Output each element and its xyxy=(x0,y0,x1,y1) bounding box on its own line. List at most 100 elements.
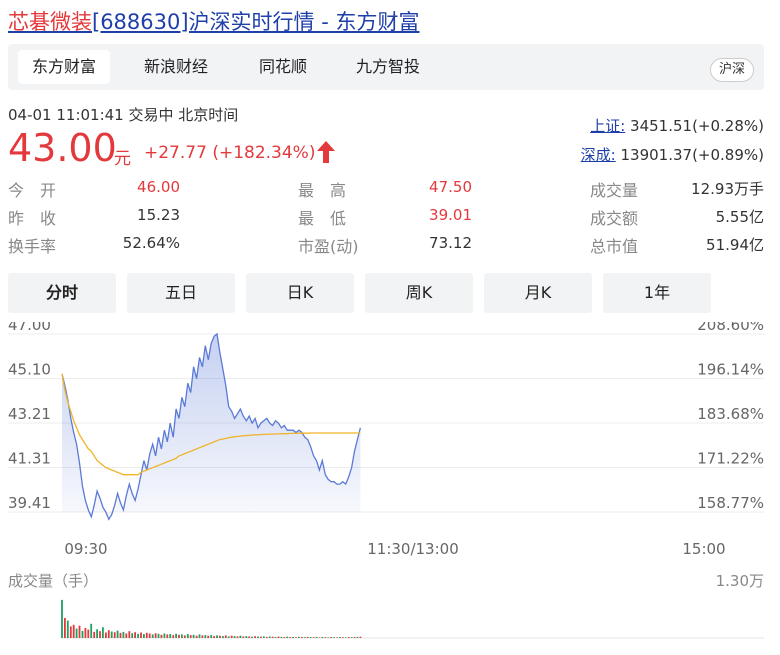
volume-bar xyxy=(298,636,300,638)
volume-bar xyxy=(178,634,180,638)
volume-bar xyxy=(128,631,131,638)
volume-bar xyxy=(148,633,151,638)
stat-turnover-rate-value: 52.64% xyxy=(122,234,180,252)
volume-bar xyxy=(324,637,327,638)
volume-bar xyxy=(119,632,122,638)
volume-bar xyxy=(330,637,332,638)
volume-max-label: 1.30万 xyxy=(716,572,764,590)
volume-bar xyxy=(160,634,163,638)
volume-bars xyxy=(61,599,362,638)
volume-bar xyxy=(125,633,128,638)
volume-bar xyxy=(72,624,75,638)
y-tick-left: 45.10 xyxy=(8,361,51,379)
volume-bar xyxy=(122,631,125,638)
volume-label: 成交量（手） xyxy=(8,572,98,590)
tab-weekly-k[interactable]: 周K xyxy=(365,273,473,313)
volume-bar xyxy=(224,635,227,638)
volume-bar xyxy=(283,637,286,638)
stat-prevclose-value: 15.23 xyxy=(137,206,180,224)
index-shenzhen-label[interactable]: 深成: xyxy=(581,146,616,164)
volume-bar xyxy=(157,633,160,638)
volume-bar xyxy=(175,633,177,638)
volume-bar xyxy=(315,636,318,638)
tab-monthly-k[interactable]: 月K xyxy=(484,273,592,313)
y-tick-right: 183.68% xyxy=(697,405,764,423)
y-tick-right: 171.22% xyxy=(697,450,764,468)
volume-bar xyxy=(61,599,63,638)
x-tick: 11:30/13:00 xyxy=(367,540,459,558)
volume-bar xyxy=(137,633,139,638)
volume-bar xyxy=(93,631,96,638)
volume-bar xyxy=(154,633,157,638)
volume-bar xyxy=(262,636,265,638)
tab-one-year[interactable]: 1年 xyxy=(603,273,711,313)
volume-bar xyxy=(303,637,306,638)
x-axis-ticks: 09:30 11:30/13:00 15:00 xyxy=(64,540,725,558)
stat-turnover-rate-label: 换手率 xyxy=(8,237,57,256)
index-shanghai-value: 3451.51(+0.28%) xyxy=(630,117,764,135)
volume-bar xyxy=(219,635,221,638)
current-price: 43.00 xyxy=(8,126,117,170)
volume-bar xyxy=(245,636,248,638)
volume-bar xyxy=(87,629,90,638)
volume-bar xyxy=(181,634,183,638)
volume-bar xyxy=(336,637,338,638)
market-button[interactable]: 沪深 xyxy=(709,58,754,82)
volume-bar xyxy=(210,635,213,638)
stock-name: 芯碁微装 xyxy=(8,10,92,34)
stat-pe-value: 73.12 xyxy=(429,234,472,252)
volume-bar xyxy=(134,632,136,638)
tab-eastmoney[interactable]: 东方财富 xyxy=(18,50,110,84)
volume-bar xyxy=(271,636,274,638)
volume-bar xyxy=(350,637,353,638)
volume-bar xyxy=(339,637,341,638)
tab-sina[interactable]: 新浪财经 xyxy=(130,50,222,84)
volume-bar xyxy=(268,636,271,638)
y-axis-ticks: 47.00 208.60% 45.10 196.14% 43.21 183.68% 41.3… xyxy=(8,322,764,512)
volume-bar xyxy=(265,636,268,638)
volume-bar xyxy=(113,632,116,638)
y-tick-left: 43.21 xyxy=(8,405,51,423)
volume-bar xyxy=(192,634,195,638)
stat-open-label: 今 开 xyxy=(8,181,57,200)
volume-bar xyxy=(248,636,251,638)
y-tick-right: 158.77% xyxy=(697,494,764,512)
volume-bar xyxy=(227,636,230,638)
volume-bar xyxy=(309,637,312,638)
volume-bar xyxy=(230,635,233,638)
tab-jiufang[interactable]: 九方智投 xyxy=(342,50,434,84)
volume-bar xyxy=(274,637,277,638)
page-title[interactable]: 芯碁微装[688630]沪深实时行情 - 东方财富 xyxy=(8,6,419,36)
tab-10jqka[interactable]: 同花顺 xyxy=(238,50,328,84)
volume-bar xyxy=(318,637,321,638)
volume-bar xyxy=(75,628,78,638)
volume-bar xyxy=(169,634,172,638)
index-shanghai[interactable]: 上证: 3451.51(+0.28%) xyxy=(590,115,764,136)
volume-bar xyxy=(116,630,119,638)
tab-intraday[interactable]: 分时 xyxy=(8,273,116,313)
y-tick-left: 47.00 xyxy=(8,322,51,334)
stat-volume-label: 成交量 xyxy=(590,181,639,200)
volume-bar xyxy=(90,623,93,638)
chart-period-tabs: 分时 五日 日K 周K 月K 1年 xyxy=(8,273,764,313)
volume-bar xyxy=(84,628,87,638)
volume-bar xyxy=(353,637,356,638)
volume-bar xyxy=(242,636,245,638)
volume-bar xyxy=(286,636,289,638)
tab-five-day[interactable]: 五日 xyxy=(127,273,235,313)
stat-open-value: 46.00 xyxy=(137,178,180,196)
volume-bar xyxy=(69,626,72,638)
stat-turnover-amount-label: 成交额 xyxy=(590,209,639,228)
volume-bar xyxy=(254,636,256,638)
up-arrow-icon xyxy=(317,141,335,163)
index-shanghai-label[interactable]: 上证: xyxy=(590,117,625,135)
stat-volume-value: 12.93万手 xyxy=(691,180,764,198)
volume-bar xyxy=(207,635,210,638)
volume-bar xyxy=(277,636,280,638)
stat-high-label: 最 高 xyxy=(298,181,347,200)
tab-daily-k[interactable]: 日K xyxy=(246,273,354,313)
index-shenzhen-value: 13901.37(+0.89%) xyxy=(620,146,765,164)
index-shenzhen[interactable]: 深成: 13901.37(+0.89%) xyxy=(581,144,764,165)
stat-turnover-amount-value: 5.55亿 xyxy=(715,208,764,226)
intraday-chart[interactable]: 47.00 208.60% 45.10 196.14% 43.21 183.68% 41.3… xyxy=(0,322,780,655)
